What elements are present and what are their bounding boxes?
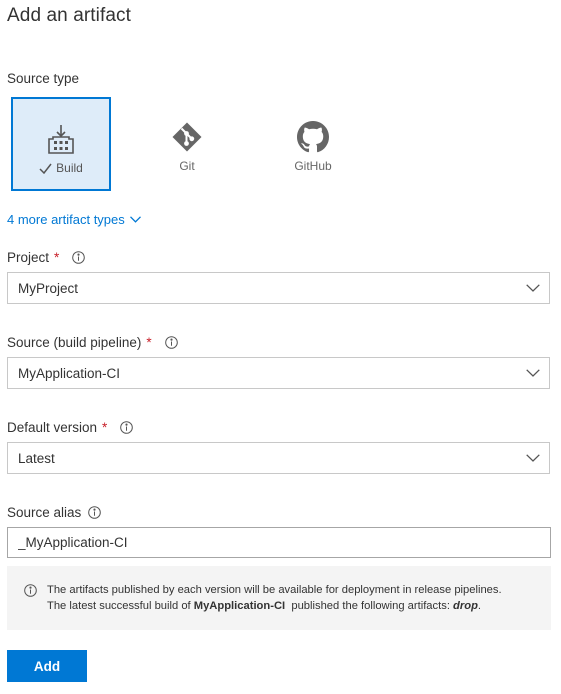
tile-label-git: Git [179, 159, 195, 173]
github-icon [297, 121, 329, 153]
project-label-text: Project [7, 250, 50, 265]
chevron-down-icon [526, 454, 540, 462]
project-dropdown-value: MyProject [18, 280, 79, 296]
page-title: Add an artifact [7, 5, 132, 26]
info-artifact-name: drop [453, 600, 478, 612]
default-version-dropdown[interactable]: Latest [7, 442, 550, 474]
tile-label-build: Build [13, 161, 109, 175]
source-type-label-text: Source type [7, 71, 80, 86]
source-alias-label-text: Source alias [7, 505, 82, 520]
git-icon [171, 121, 203, 153]
add-artifact-panel: Add an artifact Source type Build Git Gi… [0, 0, 561, 694]
source-type-tile-build[interactable]: Build [11, 97, 111, 191]
source-alias-input[interactable] [7, 527, 551, 558]
project-label: Project * [7, 250, 86, 265]
source-type-label: Source type [7, 71, 79, 86]
add-button[interactable]: Add [7, 650, 87, 682]
artifact-info-message: The artifacts published by each version … [7, 566, 551, 630]
source-alias-label: Source alias [7, 505, 102, 520]
source-pipeline-dropdown[interactable]: MyApplication-CI [7, 357, 550, 389]
source-pipeline-label-text: Source (build pipeline) [7, 335, 142, 350]
default-version-label-text: Default version [7, 420, 98, 435]
source-type-tiles: Build Git GitHub [11, 97, 391, 191]
more-artifact-types-text: 4 more artifact types [7, 212, 125, 227]
info-icon[interactable] [72, 251, 86, 264]
info-message-line2: The latest successful build of MyApplica… [47, 598, 502, 614]
info-icon[interactable] [88, 506, 102, 519]
info-icon[interactable] [120, 421, 134, 434]
chevron-down-icon [526, 284, 540, 292]
tile-label-build-text: Build [56, 161, 83, 175]
info-message-line1: The artifacts published by each version … [47, 584, 502, 596]
more-artifact-types-link[interactable]: 4 more artifact types [7, 212, 141, 227]
source-pipeline-dropdown-value: MyApplication-CI [18, 365, 121, 381]
source-pipeline-label: Source (build pipeline) * [7, 335, 178, 350]
default-version-label: Default version * [7, 420, 134, 435]
info-line2-middle: published the following artifacts: [285, 600, 454, 612]
source-type-tile-git[interactable]: Git [137, 97, 237, 191]
required-marker: * [102, 420, 108, 435]
info-pipeline-name: MyApplication-CI [193, 600, 286, 612]
info-icon[interactable] [164, 336, 178, 349]
tile-label-github: GitHub [294, 159, 332, 173]
info-icon [24, 584, 37, 597]
info-line2-suffix: . [477, 600, 482, 612]
required-marker: * [54, 250, 60, 265]
source-type-tile-github[interactable]: GitHub [263, 97, 363, 191]
build-icon [45, 123, 77, 155]
project-dropdown[interactable]: MyProject [7, 272, 550, 304]
required-marker: * [146, 335, 152, 350]
info-message-text: The artifacts published by each version … [47, 582, 502, 614]
chevron-down-icon [526, 369, 540, 377]
default-version-dropdown-value: Latest [18, 450, 55, 466]
check-icon [39, 163, 52, 174]
info-line2-prefix: The latest successful build of [47, 600, 194, 612]
chevron-down-icon [129, 216, 141, 223]
